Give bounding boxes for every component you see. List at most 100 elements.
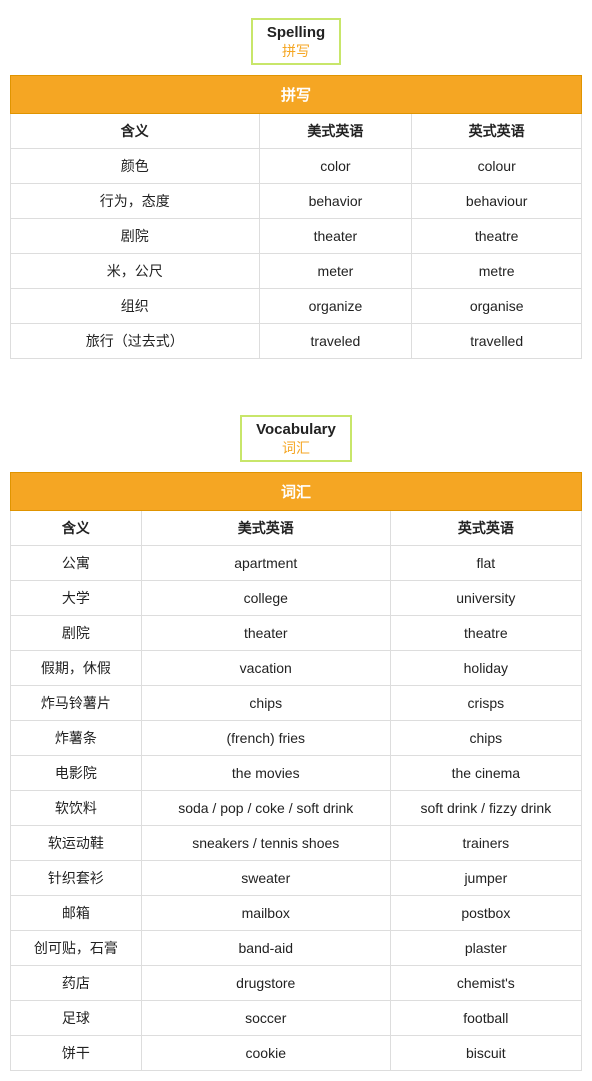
vocabulary-table-title: 词汇: [11, 473, 582, 511]
table-row: 炸马铃薯片chipscrisps: [11, 686, 582, 721]
table-cell: theatre: [412, 219, 582, 254]
vocabulary-label-box: Vocabulary 词汇: [240, 415, 352, 462]
table-cell: 旅行（过去式）: [11, 324, 260, 359]
vocabulary-en-label: Vocabulary: [256, 421, 336, 438]
table-cell: football: [390, 1001, 581, 1036]
table-cell: colour: [412, 149, 582, 184]
table-cell: 公寓: [11, 546, 142, 581]
table-row: 假期，休假vacationholiday: [11, 651, 582, 686]
table-cell: chips: [390, 721, 581, 756]
table-cell: theatre: [390, 616, 581, 651]
table-row: 饼干cookiebiscuit: [11, 1036, 582, 1071]
vocabulary-table: 词汇 含义 美式英语 英式英语 公寓apartmentflat大学college…: [10, 472, 582, 1071]
spelling-label-box: Spelling 拼写: [251, 18, 341, 65]
table-cell: 行为，态度: [11, 184, 260, 219]
spelling-col-meaning: 含义: [11, 114, 260, 149]
table-row: 邮箱mailboxpostbox: [11, 896, 582, 931]
table-cell: 组织: [11, 289, 260, 324]
table-row: 剧院theatertheatre: [11, 616, 582, 651]
table-cell: holiday: [390, 651, 581, 686]
vocabulary-zh-label: 词汇: [256, 438, 336, 458]
table-cell: 剧院: [11, 616, 142, 651]
table-cell: 饼干: [11, 1036, 142, 1071]
spelling-table-title: 拼写: [11, 76, 582, 114]
table-cell: 药店: [11, 966, 142, 1001]
vocabulary-col-header-row: 含义 美式英语 英式英语: [11, 511, 582, 546]
table-cell: university: [390, 581, 581, 616]
table-cell: 软饮料: [11, 791, 142, 826]
table-cell: 大学: [11, 581, 142, 616]
table-cell: 米，公尺: [11, 254, 260, 289]
table-cell: chemist's: [390, 966, 581, 1001]
table-row: 足球soccerfootball: [11, 1001, 582, 1036]
spelling-col-header-row: 含义 美式英语 英式英语: [11, 114, 582, 149]
table-cell: the movies: [141, 756, 390, 791]
table-cell: 炸薯条: [11, 721, 142, 756]
table-cell: the cinema: [390, 756, 581, 791]
table-cell: soft drink / fizzy drink: [390, 791, 581, 826]
vocabulary-col-uk: 英式英语: [390, 511, 581, 546]
spelling-table-title-row: 拼写: [11, 76, 582, 114]
table-cell: postbox: [390, 896, 581, 931]
table-row: 大学collegeuniversity: [11, 581, 582, 616]
table-cell: behaviour: [412, 184, 582, 219]
table-cell: 邮箱: [11, 896, 142, 931]
table-cell: vacation: [141, 651, 390, 686]
table-cell: drugstore: [141, 966, 390, 1001]
table-row: 颜色colorcolour: [11, 149, 582, 184]
table-cell: 足球: [11, 1001, 142, 1036]
table-row: 软运动鞋sneakers / tennis shoestrainers: [11, 826, 582, 861]
table-cell: soda / pop / coke / soft drink: [141, 791, 390, 826]
vocabulary-table-title-row: 词汇: [11, 473, 582, 511]
table-row: 软饮料soda / pop / coke / soft drinksoft dr…: [11, 791, 582, 826]
table-cell: organize: [259, 289, 412, 324]
table-cell: 软运动鞋: [11, 826, 142, 861]
table-cell: behavior: [259, 184, 412, 219]
table-cell: 针织套衫: [11, 861, 142, 896]
spelling-zh-label: 拼写: [267, 41, 325, 61]
table-cell: band-aid: [141, 931, 390, 966]
table-cell: sneakers / tennis shoes: [141, 826, 390, 861]
table-cell: travelled: [412, 324, 582, 359]
spelling-en-label: Spelling: [267, 24, 325, 41]
table-row: 旅行（过去式）traveledtravelled: [11, 324, 582, 359]
table-row: 针织套衫sweaterjumper: [11, 861, 582, 896]
table-row: 米，公尺metermetre: [11, 254, 582, 289]
table-cell: trainers: [390, 826, 581, 861]
table-cell: 炸马铃薯片: [11, 686, 142, 721]
table-cell: mailbox: [141, 896, 390, 931]
table-cell: 创可贴，石膏: [11, 931, 142, 966]
table-cell: traveled: [259, 324, 412, 359]
table-cell: 剧院: [11, 219, 260, 254]
table-cell: 电影院: [11, 756, 142, 791]
table-cell: meter: [259, 254, 412, 289]
table-cell: sweater: [141, 861, 390, 896]
table-cell: 颜色: [11, 149, 260, 184]
table-cell: plaster: [390, 931, 581, 966]
table-cell: biscuit: [390, 1036, 581, 1071]
spelling-section: Spelling 拼写 拼写 含义 美式英语 英式英语 颜色colorcolou…: [0, 0, 592, 369]
table-row: 行为，态度behaviorbehaviour: [11, 184, 582, 219]
spelling-table: 拼写 含义 美式英语 英式英语 颜色colorcolour行为，态度behavi…: [10, 75, 582, 359]
table-cell: (french) fries: [141, 721, 390, 756]
table-cell: apartment: [141, 546, 390, 581]
table-cell: theater: [259, 219, 412, 254]
table-row: 公寓apartmentflat: [11, 546, 582, 581]
table-row: 药店drugstorechemist's: [11, 966, 582, 1001]
table-cell: flat: [390, 546, 581, 581]
vocabulary-section: Vocabulary 词汇 词汇 含义 美式英语 英式英语 公寓apartmen…: [0, 397, 592, 1081]
table-row: 组织organizeorganise: [11, 289, 582, 324]
table-row: 剧院theatertheatre: [11, 219, 582, 254]
table-cell: metre: [412, 254, 582, 289]
table-row: 炸薯条(french) frieschips: [11, 721, 582, 756]
table-cell: 假期，休假: [11, 651, 142, 686]
table-cell: jumper: [390, 861, 581, 896]
table-cell: cookie: [141, 1036, 390, 1071]
table-cell: organise: [412, 289, 582, 324]
table-cell: color: [259, 149, 412, 184]
table-cell: chips: [141, 686, 390, 721]
spelling-col-uk: 英式英语: [412, 114, 582, 149]
table-cell: soccer: [141, 1001, 390, 1036]
table-row: 电影院the moviesthe cinema: [11, 756, 582, 791]
table-cell: college: [141, 581, 390, 616]
